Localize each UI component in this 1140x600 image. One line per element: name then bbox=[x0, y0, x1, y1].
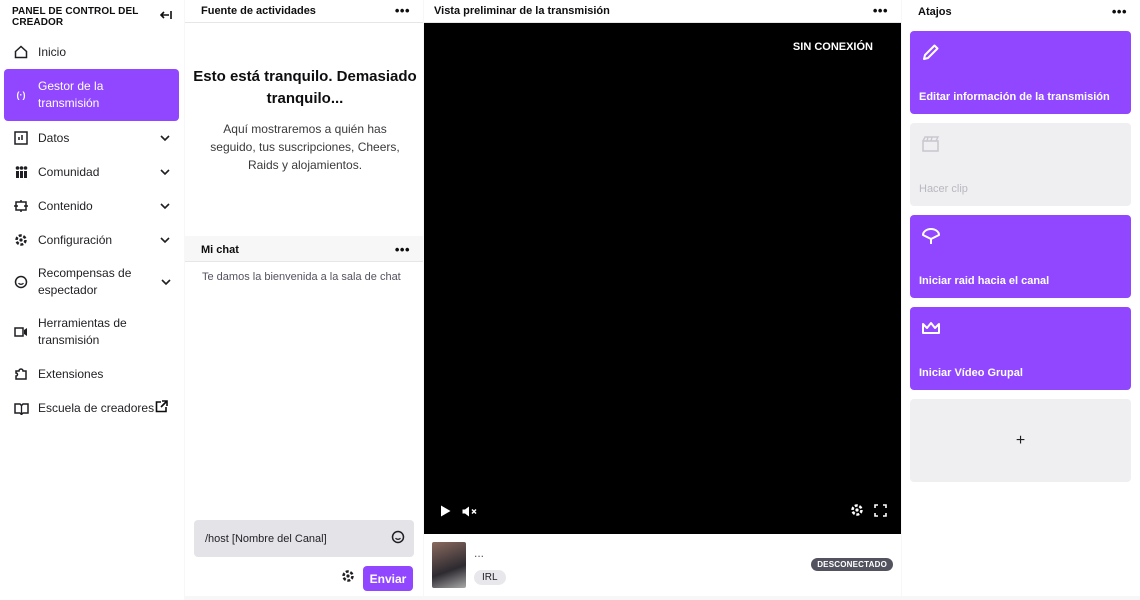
fullscreen-icon[interactable] bbox=[874, 503, 887, 522]
shortcut-label: Iniciar raid hacia el canal bbox=[919, 275, 1050, 287]
collapse-left-icon[interactable] bbox=[159, 8, 172, 24]
shortcut-make-clip[interactable]: Hacer clip bbox=[910, 123, 1131, 206]
crown-icon bbox=[920, 317, 942, 339]
stream-info-bar: ... IRL DESCONECTADO bbox=[424, 534, 901, 596]
book-icon bbox=[13, 400, 29, 416]
chevron-down-icon[interactable] bbox=[159, 132, 171, 144]
content-icon bbox=[13, 198, 29, 214]
stream-preview-panel: Vista preliminar de la transmisión ••• S… bbox=[424, 0, 901, 596]
video-left-controls bbox=[440, 504, 477, 522]
sidebar-item-comunidad[interactable]: Comunidad bbox=[4, 155, 179, 189]
sidebar-item-recompensas[interactable]: Recompensas de espectador bbox=[4, 257, 179, 307]
panel-title: Atajos bbox=[918, 5, 952, 18]
shortcut-start-group-video[interactable]: Iniciar Vídeo Grupal bbox=[910, 307, 1131, 390]
sidebar-title: PANEL DE CONTROL DEL CREADOR bbox=[12, 6, 139, 28]
chevron-down-icon[interactable] bbox=[160, 276, 171, 288]
sidebar-item-herramientas[interactable]: Herramientas de transmisión bbox=[4, 307, 179, 357]
empty-feed-title: Esto está tranquilo. Demasiado tranquilo… bbox=[193, 68, 417, 107]
camera-icon bbox=[13, 324, 29, 340]
sidebar-item-label: Recompensas de espectador bbox=[38, 266, 132, 297]
chevron-down-icon[interactable] bbox=[159, 200, 171, 212]
rewards-icon bbox=[13, 274, 29, 290]
play-icon[interactable] bbox=[440, 504, 451, 522]
shortcut-label: Editar información de la transmisión bbox=[919, 91, 1110, 103]
sidebar-item-label: Escuela de creadores bbox=[38, 400, 155, 415]
chevron-down-icon[interactable] bbox=[159, 166, 171, 178]
clapper-icon bbox=[920, 133, 942, 155]
sidebar-item-label: Inicio bbox=[38, 44, 67, 59]
shortcut-label: Hacer clip bbox=[919, 183, 968, 195]
sidebar-header: PANEL DE CONTROL DEL CREADOR bbox=[12, 6, 172, 28]
settings-icon bbox=[13, 232, 29, 248]
sidebar-item-datos[interactable]: Datos bbox=[4, 121, 179, 155]
sidebar-item-extensiones[interactable]: Extensiones bbox=[4, 357, 179, 391]
sidebar-item-label: Configuración bbox=[38, 232, 113, 247]
video-player[interactable]: SIN CONEXIÓN bbox=[424, 23, 901, 534]
chat-panel: Mi chat ••• Te damos la bienvenida a la … bbox=[185, 239, 423, 596]
sidebar-item-configuracion[interactable]: Configuración bbox=[4, 223, 179, 257]
chat-header: Mi chat ••• bbox=[185, 239, 423, 262]
plus-icon: + bbox=[1015, 431, 1026, 449]
status-badge: DESCONECTADO bbox=[811, 558, 893, 571]
panel-title: Fuente de actividades bbox=[201, 5, 316, 17]
more-options-icon[interactable]: ••• bbox=[395, 4, 410, 17]
mute-icon[interactable] bbox=[462, 504, 477, 522]
more-options-icon[interactable]: ••• bbox=[873, 4, 888, 17]
home-icon bbox=[13, 44, 29, 60]
sidebar-item-contenido[interactable]: Contenido bbox=[4, 189, 179, 223]
chat-settings-icon[interactable] bbox=[341, 569, 355, 588]
panel-title: Mi chat bbox=[201, 244, 239, 256]
offline-label: SIN CONEXIÓN bbox=[792, 41, 873, 53]
raid-icon bbox=[920, 225, 942, 247]
emote-picker-icon[interactable] bbox=[391, 530, 405, 547]
stream-preview-header: Vista preliminar de la transmisión ••• bbox=[424, 0, 901, 23]
more-options-icon[interactable]: ••• bbox=[395, 243, 410, 256]
video-right-controls bbox=[850, 503, 887, 522]
shortcuts-panel: Atajos ••• Editar información de la tran… bbox=[902, 0, 1140, 596]
pencil-icon bbox=[920, 41, 942, 63]
chevron-down-icon[interactable] bbox=[159, 234, 171, 246]
empty-feed-description: Aquí mostraremos a quién has seguido, tu… bbox=[210, 122, 400, 172]
chat-actions: Enviar bbox=[341, 566, 413, 591]
add-shortcut-button[interactable]: + bbox=[910, 399, 1131, 482]
stream-tag[interactable]: IRL bbox=[474, 570, 506, 585]
shortcut-label: Iniciar Vídeo Grupal bbox=[919, 367, 1023, 379]
chat-input[interactable]: /host [Nombre del Canal] bbox=[194, 520, 414, 557]
sidebar-item-label: Herramientas de transmisión bbox=[38, 316, 127, 347]
shortcuts-header: Atajos ••• bbox=[902, 0, 1140, 23]
activity-feed-panel: Fuente de actividades ••• Esto está tran… bbox=[185, 0, 423, 236]
broadcast-icon: (·) bbox=[16, 90, 26, 100]
sidebar-item-label: Contenido bbox=[38, 198, 93, 213]
stream-title: ... bbox=[474, 546, 485, 560]
more-options-icon[interactable]: ••• bbox=[1112, 5, 1127, 18]
panel-title: Vista preliminar de la transmisión bbox=[434, 5, 610, 17]
sidebar-item-inicio[interactable]: Inicio bbox=[4, 35, 179, 69]
sidebar-nav: Inicio (·) Gestor de la transmisión Dato… bbox=[4, 35, 179, 425]
chat-input-value: /host [Nombre del Canal] bbox=[205, 532, 327, 545]
sidebar-item-label: Gestor de la transmisión bbox=[38, 79, 104, 110]
stream-thumbnail bbox=[432, 542, 466, 588]
community-icon bbox=[13, 164, 29, 180]
sidebar-item-label: Extensiones bbox=[38, 366, 104, 381]
chat-welcome-message: Te damos la bienvenida a la sala de chat bbox=[202, 271, 401, 283]
activity-feed-header: Fuente de actividades ••• bbox=[185, 0, 423, 23]
send-button[interactable]: Enviar bbox=[363, 566, 413, 591]
sidebar-item-label: Datos bbox=[38, 130, 70, 145]
data-icon bbox=[13, 130, 29, 146]
sidebar-item-gestor[interactable]: (·) Gestor de la transmisión bbox=[4, 69, 179, 121]
external-link-icon bbox=[155, 399, 168, 413]
sidebar-item-escuela[interactable]: Escuela de creadores bbox=[4, 391, 179, 425]
video-settings-icon[interactable] bbox=[850, 503, 864, 522]
puzzle-icon bbox=[13, 366, 29, 382]
shortcut-start-raid[interactable]: Iniciar raid hacia el canal bbox=[910, 215, 1131, 298]
shortcut-edit-stream-info[interactable]: Editar información de la transmisión bbox=[910, 31, 1131, 114]
creator-sidebar: PANEL DE CONTROL DEL CREADOR Inicio (·) … bbox=[0, 0, 184, 600]
sidebar-item-label: Comunidad bbox=[38, 164, 100, 179]
